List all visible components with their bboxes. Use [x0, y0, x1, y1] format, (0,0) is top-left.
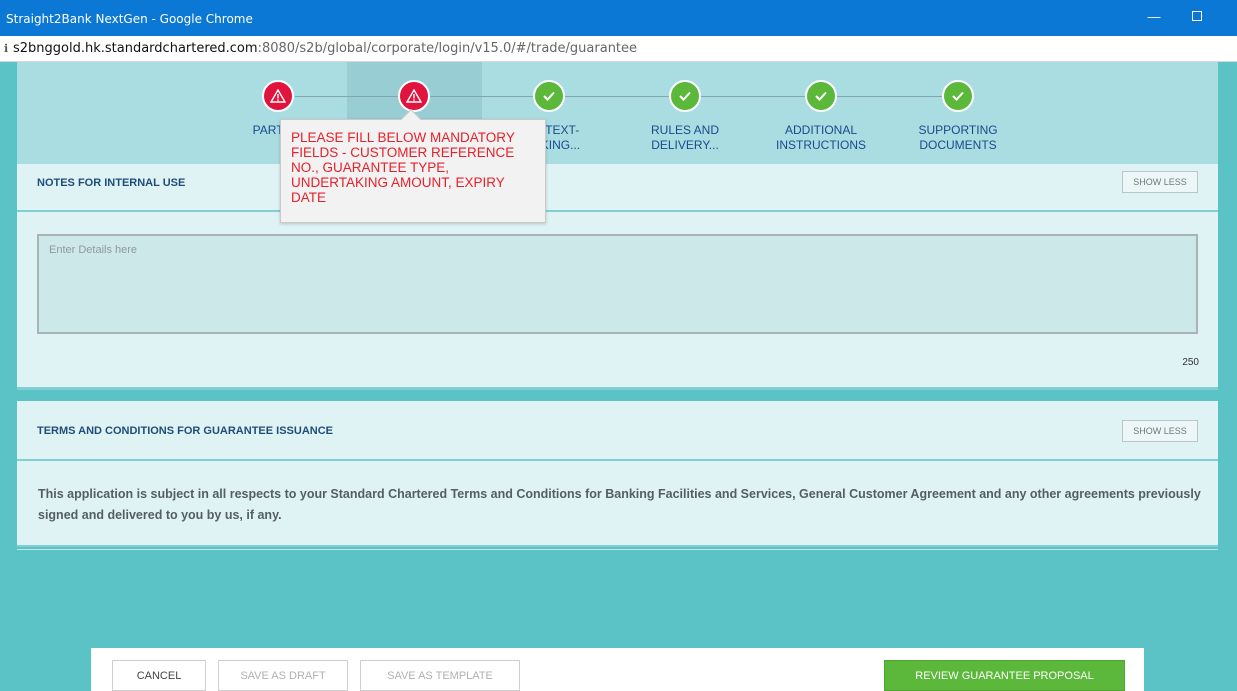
notes-panel-header: NOTES FOR INTERNAL USE SHOW LESS	[17, 164, 1218, 212]
notes-panel-title: NOTES FOR INTERNAL USE	[37, 177, 186, 189]
step-label: SUPPORTING DOCUMENTS	[898, 123, 1018, 153]
check-icon	[815, 91, 827, 101]
tooltip-message: PLEASE FILL BELOW MANDATORY FIELDS - CUS…	[291, 130, 515, 205]
terms-panel-header: TERMS AND CONDITIONS FOR GUARANTEE ISSUA…	[17, 401, 1218, 461]
save-as-template-button[interactable]: SAVE AS TEMPLATE	[360, 660, 520, 691]
step-status-circle	[398, 80, 430, 112]
step-status-circle	[669, 80, 701, 112]
step-status-circle	[533, 80, 565, 112]
step-label: ADDITIONAL INSTRUCTIONS	[761, 123, 881, 153]
notes-placeholder: Enter Details here	[49, 244, 138, 256]
step-label-line1: RULES AND	[650, 123, 720, 137]
step-label-line2: DOCUMENTS	[919, 138, 997, 152]
step-label-line2: DELIVERY...	[651, 138, 719, 152]
notes-char-count: 250	[1182, 357, 1199, 368]
url-path: :8080/s2b/global/corporate/login/v15.0/#…	[257, 41, 638, 56]
notes-textarea[interactable]: Enter Details here	[37, 234, 1198, 334]
review-guarantee-proposal-button[interactable]: REVIEW GUARANTEE PROPOSAL	[884, 660, 1125, 691]
window-titlebar: Straight2Bank NextGen - Google Chrome —	[0, 0, 1237, 36]
address-bar: ℹ s2bnggold.hk.standardchartered.com:808…	[0, 36, 1237, 62]
step-guarantee-details[interactable]	[354, 80, 474, 112]
check-icon	[679, 91, 691, 101]
maximize-icon	[1192, 11, 1202, 21]
url-host: s2bnggold.hk.standardchartered.com	[13, 41, 258, 56]
action-bar: CANCEL SAVE AS DRAFT SAVE AS TEMPLATE RE…	[91, 648, 1144, 691]
step-status-circle	[805, 80, 837, 112]
warning-icon	[270, 89, 286, 103]
check-icon	[543, 91, 555, 101]
step-status-circle	[942, 80, 974, 112]
step-label-line1: ADDITIONAL	[784, 123, 857, 137]
step-additional-instructions[interactable]: ADDITIONAL INSTRUCTIONS	[761, 80, 881, 153]
window-title: Straight2Bank NextGen - Google Chrome	[6, 12, 253, 26]
minimize-button[interactable]: —	[1144, 8, 1164, 26]
save-as-draft-button[interactable]: SAVE AS DRAFT	[218, 660, 348, 691]
terms-show-less-button[interactable]: SHOW LESS	[1122, 420, 1198, 442]
maximize-button[interactable]	[1187, 8, 1207, 26]
step-status-circle	[262, 80, 294, 112]
step-label-line2: INSTRUCTIONS	[776, 138, 866, 152]
validation-error-tooltip: PLEASE FILL BELOW MANDATORY FIELDS - CUS…	[280, 109, 546, 223]
warning-icon	[406, 89, 422, 103]
check-icon	[952, 91, 964, 101]
notes-panel: NOTES FOR INTERNAL USE SHOW LESS Enter D…	[17, 164, 1218, 390]
progress-stepper	[17, 62, 1218, 164]
site-info-icon[interactable]: ℹ	[4, 43, 8, 55]
step-supporting-documents[interactable]: SUPPORTING DOCUMENTS	[898, 80, 1018, 153]
notes-show-less-button[interactable]: SHOW LESS	[1122, 171, 1198, 193]
cancel-button[interactable]: CANCEL	[112, 660, 206, 691]
terms-text: This application is subject in all respe…	[38, 487, 1201, 522]
terms-panel-title: TERMS AND CONDITIONS FOR GUARANTEE ISSUA…	[37, 425, 333, 437]
step-rules-delivery[interactable]: RULES AND DELIVERY...	[625, 80, 745, 153]
step-label: RULES AND DELIVERY...	[625, 123, 745, 153]
step-label-line1: SUPPORTING	[918, 123, 998, 137]
section-divider	[17, 549, 1218, 550]
terms-panel: TERMS AND CONDITIONS FOR GUARANTEE ISSUA…	[17, 401, 1218, 547]
url-field[interactable]: s2bnggold.hk.standardchartered.com:8080/…	[13, 41, 637, 56]
